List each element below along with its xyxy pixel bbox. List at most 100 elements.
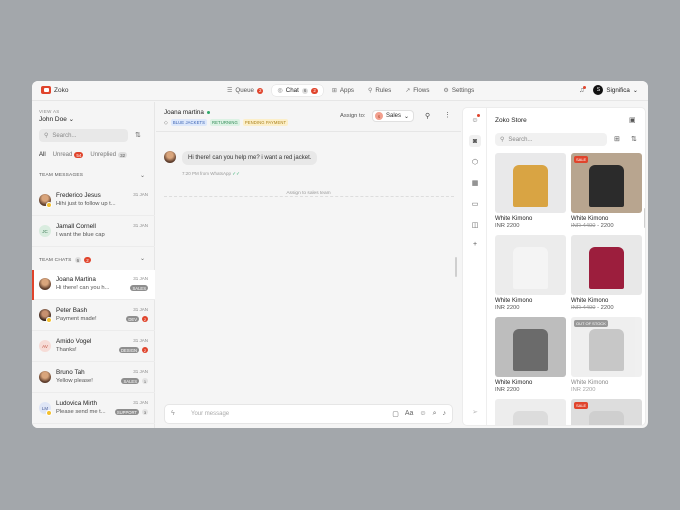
product-image: OUT OF STOCK bbox=[571, 317, 642, 377]
tab-flows[interactable]: ↗ Flows bbox=[400, 85, 434, 96]
conversation-search-input[interactable]: ⚲ Search... bbox=[39, 129, 128, 142]
conversation-preview: Hihi just to follow up t... bbox=[56, 201, 116, 207]
product-card[interactable]: OUT OF STOCK White Kimono INR 2200 bbox=[571, 317, 642, 393]
tag-pending-payment[interactable]: PENDING PAYMENT bbox=[242, 119, 289, 126]
product-name: White Kimono bbox=[571, 216, 609, 222]
product-card[interactable] bbox=[495, 399, 566, 425]
tab-queue[interactable]: ☰ Queue 2 bbox=[222, 85, 268, 96]
top-nav: Zoko ☰ Queue 2 ◎ Chat 6 2 ⊞ Apps ⚲ Rules bbox=[32, 81, 648, 101]
comment-icon[interactable]: ▭ bbox=[469, 198, 481, 210]
tab-apps[interactable]: ⊞ Apps bbox=[327, 85, 359, 96]
note-icon[interactable]: ▢ bbox=[392, 410, 399, 418]
conversation-preview: Thanks! bbox=[56, 347, 77, 353]
text-format-icon[interactable]: Aa bbox=[405, 410, 414, 418]
team-chats-header[interactable]: TEAM CHATS 6 2 bbox=[39, 257, 91, 263]
store-icon[interactable]: ◙ bbox=[469, 135, 481, 147]
tab-chat[interactable]: ◎ Chat 6 2 bbox=[272, 85, 323, 96]
apps-icon: ⊞ bbox=[331, 88, 337, 94]
brand[interactable]: Zoko bbox=[41, 86, 68, 94]
product-card[interactable]: White Kimono INR 2200 bbox=[495, 153, 566, 229]
conversation-item[interactable]: JC Jamall Cornell 31 JAN I want the blue… bbox=[32, 217, 155, 247]
conversation-list-panel: VIEW AS John Doe ⌄ ⚲ Search... ⇅ All Unr… bbox=[32, 102, 155, 428]
assign-label: Assign to: bbox=[340, 113, 366, 119]
view-as-selector[interactable]: John Doe ⌄ bbox=[39, 115, 74, 123]
calendar-icon[interactable]: ▦ bbox=[469, 177, 481, 189]
product-card[interactable]: White Kimono INR 2200 bbox=[495, 317, 566, 393]
conversation-item[interactable]: LM Ludovica Mirth 31 JAN Please send me … bbox=[32, 394, 155, 424]
scrollbar[interactable] bbox=[644, 208, 645, 228]
tab-apps-label: Apps bbox=[339, 87, 354, 94]
filter-icon[interactable]: ⇅ bbox=[135, 131, 141, 139]
team-messages-header[interactable]: TEAM MESSAGES bbox=[39, 173, 83, 178]
gear-icon: ⚙ bbox=[443, 88, 449, 94]
conversation-item[interactable]: Bruno Tah 31 JAN Yellow please! SALES 1 bbox=[32, 363, 155, 393]
message-input[interactable]: Your message bbox=[191, 411, 229, 417]
product-search-input[interactable]: ⚲ Search... bbox=[495, 133, 607, 146]
box-icon[interactable]: ⬡ bbox=[469, 156, 481, 168]
assign-dropdown[interactable]: S Sales ⌄ bbox=[372, 110, 415, 122]
org-switcher[interactable]: S Significa ⌄ bbox=[593, 85, 638, 95]
search-placeholder: Search... bbox=[52, 132, 77, 139]
conversation-preview: Hi there! can you h... bbox=[56, 285, 110, 291]
quick-reply-icon[interactable]: ϟ bbox=[171, 410, 175, 417]
filter-tab-unreplied[interactable]: Unreplied 32 bbox=[90, 152, 128, 158]
sticky-note-icon[interactable]: ◫ bbox=[469, 219, 481, 231]
shopping-bag-icon[interactable]: ▣ bbox=[629, 116, 636, 124]
org-avatar: S bbox=[593, 85, 604, 95]
tag-icon[interactable]: ◇ bbox=[164, 120, 168, 126]
product-card[interactable]: SALE White Kimono INR 4400 - 2200 bbox=[571, 153, 642, 229]
attachment-icon[interactable]: ⌕ bbox=[433, 410, 437, 418]
chevron-down-icon: ⌄ bbox=[632, 86, 638, 94]
unread-count-badge: 2 bbox=[142, 316, 148, 322]
product-garment bbox=[513, 247, 548, 289]
product-image: SALE bbox=[571, 399, 642, 425]
chat-count-badge: 6 bbox=[301, 87, 309, 94]
conversation-item[interactable]: AV Amido Vogel 31 JAN Thanks! DESIGN 2 bbox=[32, 332, 155, 362]
search-icon: ⚲ bbox=[500, 137, 505, 143]
conversation-item[interactable]: Frederico Jesus 31 JAN Hihi just to foll… bbox=[32, 186, 155, 216]
scrollbar[interactable] bbox=[455, 257, 457, 277]
emoji-icon[interactable]: ☺ bbox=[419, 410, 426, 418]
system-note: Assign to sales team bbox=[156, 191, 461, 196]
send-icon[interactable]: ➢ bbox=[469, 406, 481, 418]
product-image bbox=[495, 153, 566, 213]
product-card[interactable]: White Kimono INR 4400 - 2200 bbox=[571, 235, 642, 311]
notification-bell-icon[interactable]: ♫ bbox=[579, 85, 587, 94]
assignee-name: Sales bbox=[386, 113, 402, 119]
conversation-item[interactable]: Peter Bash 31 JAN Payment made! DEV 2 bbox=[32, 301, 155, 331]
product-price-row: INR 4400 - 2200 bbox=[571, 305, 642, 311]
grid-view-icon[interactable]: ⊞ bbox=[614, 135, 620, 143]
more-options-icon[interactable]: ⋮ bbox=[444, 111, 451, 119]
store-title: Zoko Store bbox=[495, 117, 527, 124]
user-profile-icon[interactable]: ☺ bbox=[469, 114, 481, 126]
chevron-down-icon[interactable]: ⌄ bbox=[140, 255, 145, 262]
tab-settings[interactable]: ⚙ Settings bbox=[438, 85, 479, 96]
tab-rules[interactable]: ⚲ Rules bbox=[363, 85, 396, 96]
conversation-name: Frederico Jesus bbox=[56, 192, 101, 199]
queue-count-badge: 2 bbox=[256, 87, 264, 94]
contact-tags: ◇ BLUE JACKETS RETURNING PENDING PAYMENT bbox=[164, 119, 289, 126]
filter-icon[interactable]: ⇅ bbox=[631, 135, 637, 143]
product-card[interactable]: White Kimono INR 2200 bbox=[495, 235, 566, 311]
product-garment bbox=[513, 165, 548, 207]
product-garment bbox=[513, 411, 548, 425]
contact-name-row[interactable]: Joana martina bbox=[164, 109, 210, 116]
message-timestamp: 7:20 PM from WhatsApp bbox=[182, 171, 232, 176]
tag-returning[interactable]: RETURNING bbox=[210, 119, 240, 126]
product-price: - 2200 bbox=[597, 223, 614, 229]
product-name: White Kimono bbox=[495, 298, 533, 304]
filter-tab-all[interactable]: All bbox=[39, 152, 46, 158]
microphone-icon[interactable]: ♪ bbox=[443, 410, 447, 418]
conversation-preview: Please send me t... bbox=[56, 409, 106, 415]
avatar: AV bbox=[39, 340, 51, 352]
filter-tab-unread[interactable]: Unread 54 bbox=[53, 152, 84, 158]
read-receipt-icon: ✓✓ bbox=[232, 171, 240, 176]
tag-blue-jackets[interactable]: BLUE JACKETS bbox=[170, 119, 208, 126]
product-card[interactable]: SALE bbox=[571, 399, 642, 425]
conversation-date: 31 JAN bbox=[133, 276, 148, 281]
conversation-item-selected[interactable]: Joana Martina 31 JAN Hi there! can you h… bbox=[32, 270, 155, 300]
avatar bbox=[39, 278, 51, 290]
search-icon[interactable]: ⚲ bbox=[425, 112, 430, 120]
plus-icon[interactable]: + bbox=[469, 238, 481, 250]
chevron-down-icon[interactable]: ⌄ bbox=[140, 172, 145, 179]
